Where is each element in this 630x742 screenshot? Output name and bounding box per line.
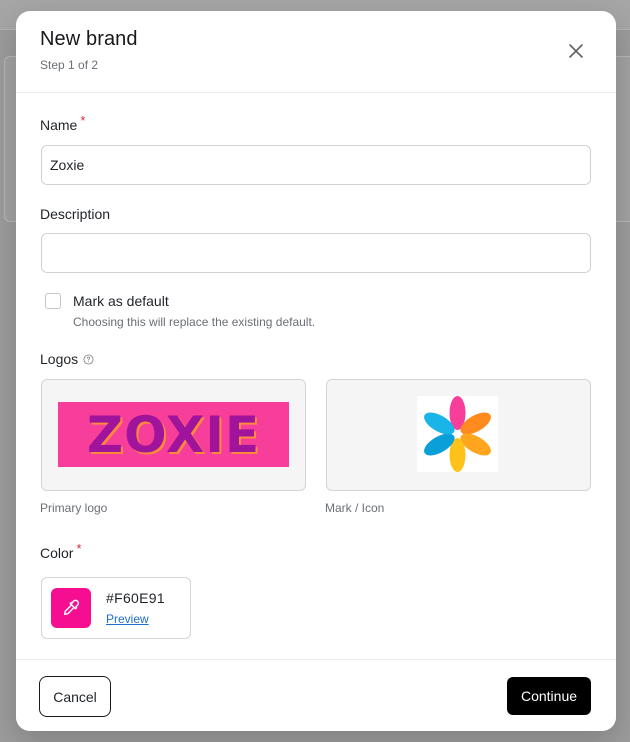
dialog-step-indicator: Step 1 of 2 xyxy=(40,58,99,72)
eyedropper-icon xyxy=(63,599,80,616)
name-label-text: Name xyxy=(40,117,78,133)
description-label: Description xyxy=(40,206,111,222)
mark-default-label: Mark as default xyxy=(73,293,169,309)
logos-label: Logos xyxy=(40,351,94,367)
new-brand-dialog: New brand Step 1 of 2 Name* Description … xyxy=(16,11,616,731)
close-button[interactable] xyxy=(564,39,588,63)
logos-label-text: Logos xyxy=(40,351,79,367)
color-preview-link[interactable]: Preview xyxy=(106,612,149,626)
primary-logo-caption: Primary logo xyxy=(40,501,108,515)
primary-logo-upload[interactable]: ZOXIE xyxy=(41,379,306,491)
mark-icon-upload[interactable] xyxy=(326,379,591,491)
flower-logo-icon xyxy=(424,396,491,472)
required-marker: * xyxy=(80,113,86,128)
name-label: Name * xyxy=(40,113,85,133)
cancel-button[interactable]: Cancel xyxy=(39,676,111,717)
color-label: Color * xyxy=(40,541,82,561)
dialog-footer: Cancel Continue xyxy=(16,659,616,731)
dialog-header: New brand Step 1 of 2 xyxy=(16,11,616,93)
dialog-title: New brand xyxy=(40,28,138,50)
description-input[interactable] xyxy=(41,233,591,273)
help-circle-icon[interactable] xyxy=(83,353,94,365)
mark-default-checkbox[interactable] xyxy=(45,293,61,309)
name-input[interactable] xyxy=(41,145,591,185)
color-hex-value[interactable]: #F60E91 xyxy=(106,590,165,606)
color-label-text: Color xyxy=(40,545,74,561)
mark-default-help: Choosing this will replace the existing … xyxy=(73,315,316,329)
continue-button[interactable]: Continue xyxy=(507,677,591,715)
primary-logo-image: ZOXIE xyxy=(58,402,289,467)
color-swatch-button[interactable] xyxy=(51,588,91,628)
mark-icon-caption: Mark / Icon xyxy=(325,501,385,515)
required-marker: * xyxy=(76,541,82,556)
primary-logo-wordmark: ZOXIE xyxy=(86,405,261,464)
close-icon xyxy=(569,44,583,58)
mark-icon-image xyxy=(417,396,498,472)
color-picker-card: #F60E91 Preview xyxy=(41,577,191,639)
